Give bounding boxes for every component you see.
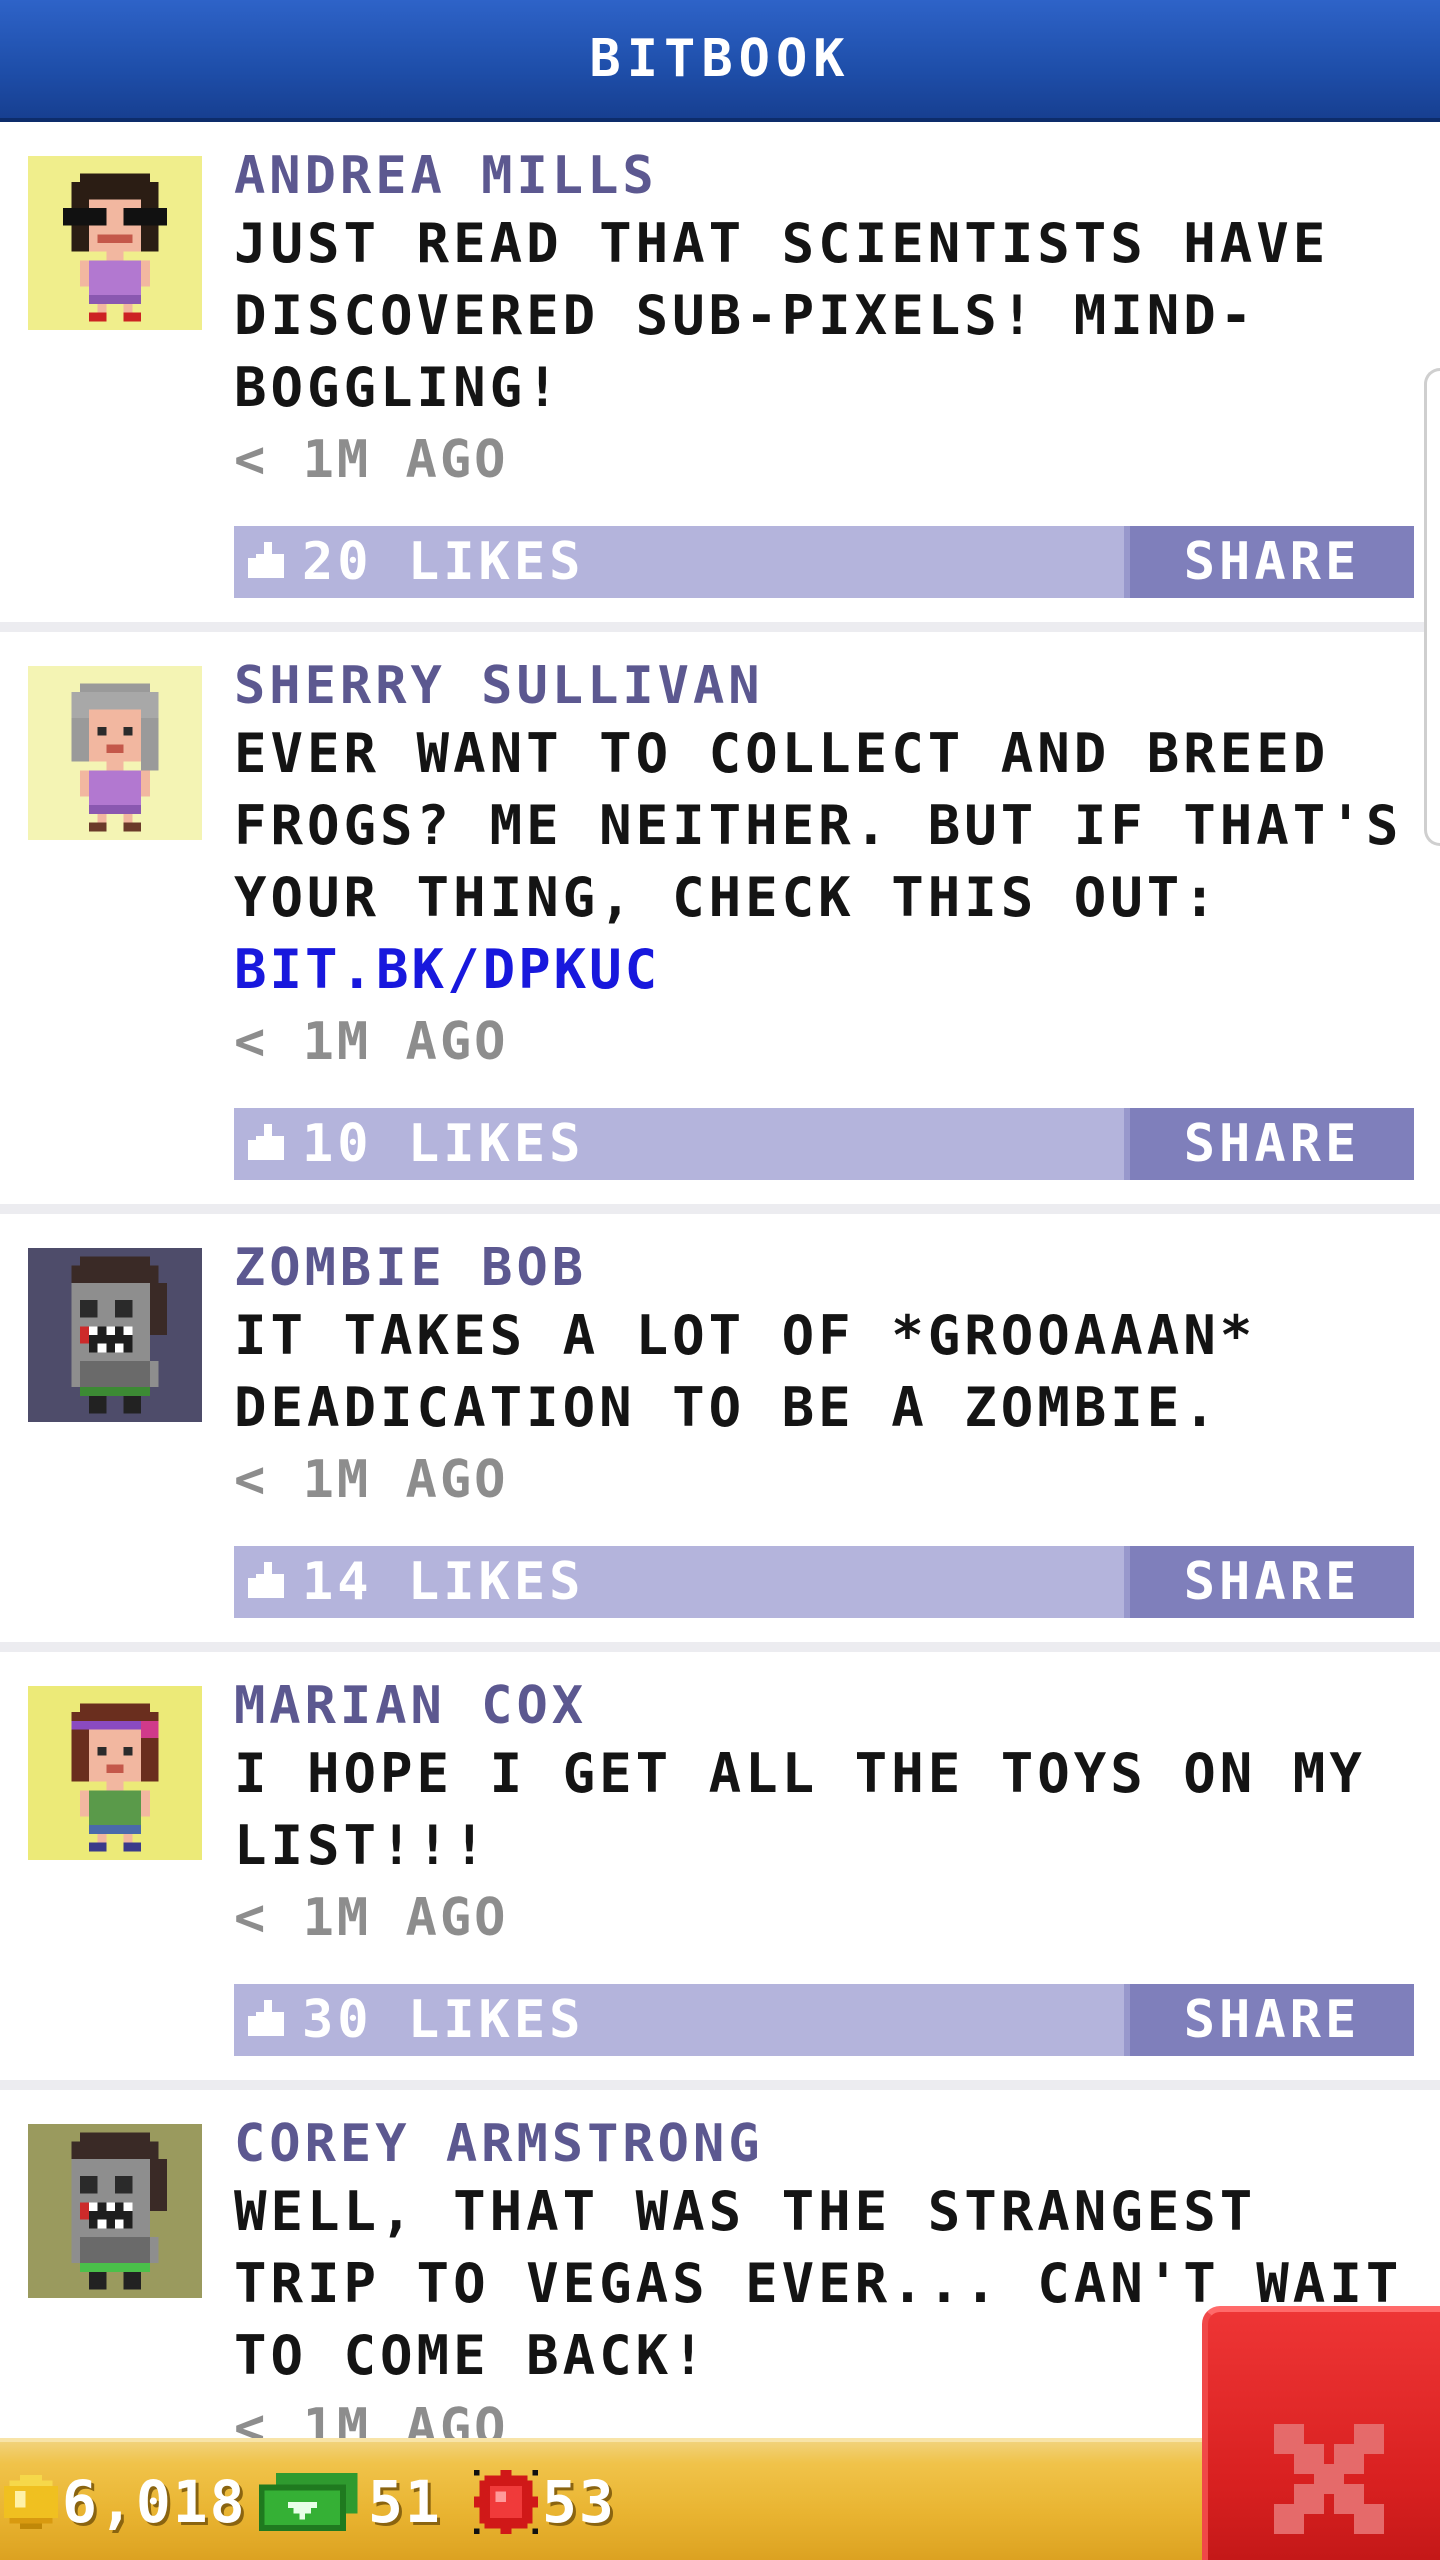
likes-count: 10 LIKES <box>302 1114 585 1174</box>
bux-stat: 51 <box>258 2468 442 2536</box>
woman-sunglasses-avatar[interactable] <box>28 156 202 330</box>
post-text: IT TAKES A LOT OF *GROOAAAN* DEADICATION… <box>234 1304 1257 1439</box>
post-text: I HOPE I GET ALL THE TOYS ON MY LIST!!! <box>234 1742 1366 1877</box>
bux-value: 51 <box>368 2468 442 2536</box>
post-timestamp: < 1M AGO <box>234 1012 509 1072</box>
thumbs-up-icon <box>248 2000 284 2036</box>
close-button[interactable] <box>1202 2306 1440 2560</box>
red-token-icon <box>474 2470 538 2534</box>
girl-headband-avatar[interactable] <box>28 1686 202 1860</box>
post-author[interactable]: SHERRY SULLIVAN <box>234 654 1414 718</box>
zombie-avatar[interactable] <box>28 1248 202 1422</box>
share-button[interactable]: SHARE <box>1124 1984 1414 2056</box>
tokens-value: 53 <box>542 2468 616 2536</box>
post-link[interactable]: BIT.BK/DPKUC <box>234 934 1414 1006</box>
gold-coin-icon <box>4 2475 58 2529</box>
news-feed[interactable]: ANDREA MILLS JUST READ THAT SCIENTISTS H… <box>0 122 1440 2438</box>
feed-post: SHERRY SULLIVAN EVER WANT TO COLLECT AND… <box>0 632 1440 1214</box>
app-header: BITBOOK <box>0 0 1440 122</box>
thumbs-up-icon <box>248 1562 284 1598</box>
post-action-bar: 30 LIKES SHARE <box>234 1984 1414 2056</box>
green-bux-icon <box>258 2473 358 2531</box>
post-author[interactable]: ZOMBIE BOB <box>234 1236 1414 1300</box>
thumbs-up-icon <box>248 542 284 578</box>
close-x-icon <box>1274 2424 1384 2534</box>
post-author[interactable]: ANDREA MILLS <box>234 144 1414 208</box>
feed-post: ZOMBIE BOB IT TAKES A LOT OF *GROOAAAN* … <box>0 1214 1440 1652</box>
post-author[interactable]: MARIAN COX <box>234 1674 1414 1738</box>
feed-post: ANDREA MILLS JUST READ THAT SCIENTISTS H… <box>0 122 1440 632</box>
likes-count: 30 LIKES <box>302 1990 585 2050</box>
feed-post: MARIAN COX I HOPE I GET ALL THE TOYS ON … <box>0 1652 1440 2090</box>
share-button[interactable]: SHARE <box>1124 1108 1414 1180</box>
share-button[interactable]: SHARE <box>1124 526 1414 598</box>
share-button[interactable]: SHARE <box>1124 1546 1414 1618</box>
zombie-avatar[interactable] <box>28 2124 202 2298</box>
post-author[interactable]: COREY ARMSTRONG <box>234 2112 1414 2176</box>
likes-count: 20 LIKES <box>302 532 585 592</box>
thumbs-up-icon <box>248 1124 284 1160</box>
scroll-handle[interactable] <box>1424 368 1440 846</box>
like-button[interactable]: 10 LIKES <box>234 1108 584 1180</box>
post-action-bar: 20 LIKES SHARE <box>234 526 1414 598</box>
likes-count: 14 LIKES <box>302 1552 585 1612</box>
app-title: BITBOOK <box>589 29 851 89</box>
like-button[interactable]: 20 LIKES <box>234 526 584 598</box>
like-button[interactable]: 14 LIKES <box>234 1546 584 1618</box>
post-timestamp: < 1M AGO <box>234 1888 509 1948</box>
coins-value: 6,018 <box>62 2468 247 2536</box>
gray-haired-woman-avatar[interactable] <box>28 666 202 840</box>
post-text: EVER WANT TO COLLECT AND BREED FROGS? ME… <box>234 722 1403 929</box>
post-timestamp: < 1M AGO <box>234 1450 509 1510</box>
like-button[interactable]: 30 LIKES <box>234 1984 584 2056</box>
post-timestamp: < 1M AGO <box>234 430 509 490</box>
post-action-bar: 10 LIKES SHARE <box>234 1108 1414 1180</box>
coins-stat: 6,018 <box>4 2468 247 2536</box>
post-text: JUST READ THAT SCIENTISTS HAVE DISCOVERE… <box>234 212 1330 419</box>
tokens-stat: 53 <box>474 2468 616 2536</box>
post-action-bar: 14 LIKES SHARE <box>234 1546 1414 1618</box>
